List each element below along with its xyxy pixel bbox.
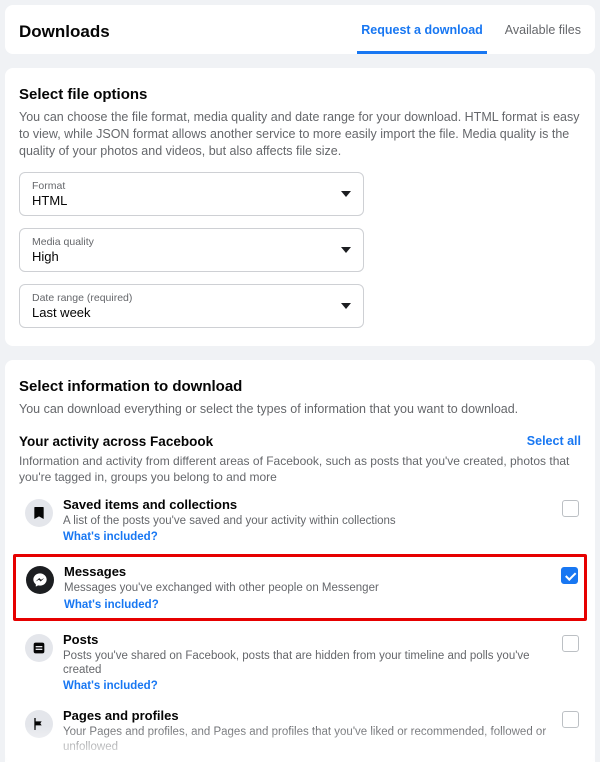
info-desc: You can download everything or select th…	[19, 401, 581, 418]
activity-desc: Information and activity from different …	[19, 453, 581, 485]
info-section: Select information to download You can d…	[5, 360, 595, 762]
file-options-heading: Select file options	[19, 86, 581, 103]
item-sub: Posts you've shared on Facebook, posts t…	[63, 649, 554, 678]
bookmark-icon	[25, 499, 53, 527]
item-title: Saved items and collections	[63, 497, 554, 512]
highlight-box: Messages Messages you've exchanged with …	[13, 554, 587, 620]
item-sub: A list of the posts you've saved and you…	[63, 514, 554, 528]
item-pages: Pages and profiles Your Pages and profil…	[19, 700, 581, 762]
chevron-down-icon	[341, 247, 351, 253]
format-label: Format	[32, 180, 67, 192]
page-title: Downloads	[15, 12, 114, 52]
media-quality-label: Media quality	[32, 236, 94, 248]
activity-heading: Your activity across Facebook	[19, 434, 213, 449]
flag-icon	[25, 710, 53, 738]
posts-icon	[25, 634, 53, 662]
item-title: Pages and profiles	[63, 708, 554, 723]
select-all-link[interactable]: Select all	[527, 434, 581, 448]
media-quality-select[interactable]: Media quality High	[19, 228, 364, 272]
tabs: Request a download Available files	[357, 9, 585, 54]
item-sub: Messages you've exchanged with other peo…	[64, 581, 553, 595]
tab-available-files[interactable]: Available files	[501, 9, 585, 54]
item-messages: Messages Messages you've exchanged with …	[22, 562, 578, 612]
item-checkbox[interactable]	[562, 711, 579, 728]
whats-included-link[interactable]: What's included?	[64, 599, 553, 611]
item-saved: Saved items and collections A list of th…	[19, 489, 581, 551]
whats-included-link[interactable]: What's included?	[63, 531, 554, 543]
file-options-desc: You can choose the file format, media qu…	[19, 109, 581, 160]
chevron-down-icon	[341, 303, 351, 309]
page-header: Downloads Request a download Available f…	[5, 5, 595, 54]
info-heading: Select information to download	[19, 378, 581, 395]
item-title: Messages	[64, 564, 553, 579]
chevron-down-icon	[341, 191, 351, 197]
format-select[interactable]: Format HTML	[19, 172, 364, 216]
whats-included-link[interactable]: What's included?	[63, 680, 554, 692]
item-checkbox[interactable]	[562, 635, 579, 652]
date-range-label: Date range (required)	[32, 292, 132, 304]
item-checkbox[interactable]	[562, 500, 579, 517]
format-value: HTML	[32, 193, 67, 208]
item-checkbox[interactable]	[561, 567, 578, 584]
file-options-section: Select file options You can choose the f…	[5, 68, 595, 346]
item-sub: Your Pages and profiles, and Pages and p…	[63, 725, 554, 754]
media-quality-value: High	[32, 249, 94, 264]
messenger-icon	[26, 566, 54, 594]
item-posts: Posts Posts you've shared on Facebook, p…	[19, 624, 581, 701]
item-title: Posts	[63, 632, 554, 647]
date-range-value: Last week	[32, 305, 132, 320]
tab-request-download[interactable]: Request a download	[357, 9, 487, 54]
date-range-select[interactable]: Date range (required) Last week	[19, 284, 364, 328]
